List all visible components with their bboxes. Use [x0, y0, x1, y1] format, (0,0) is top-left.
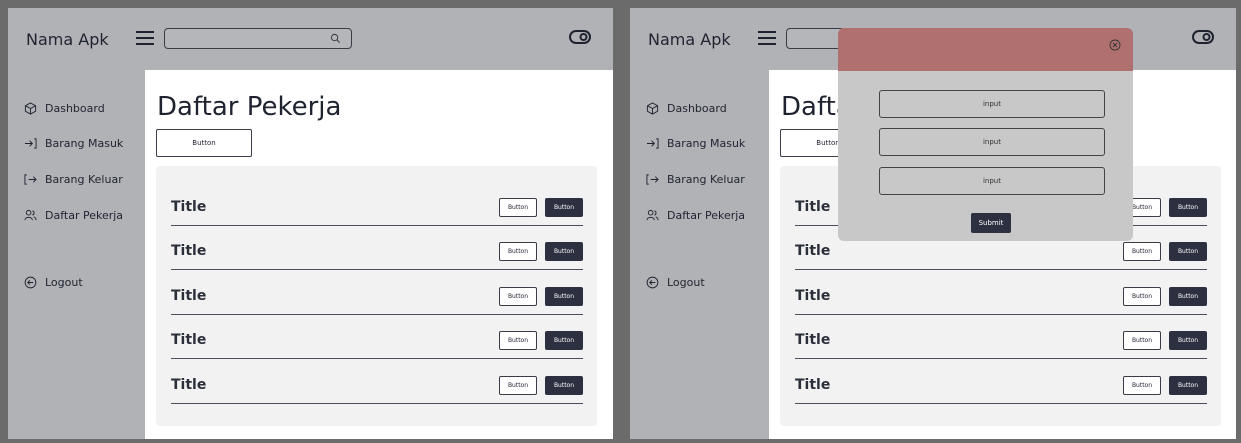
- row-outline-button[interactable]: Button: [499, 242, 537, 261]
- sidebar-item-label: Dashboard: [667, 101, 727, 115]
- sidebar-item-dashboard[interactable]: Dashboard: [24, 100, 105, 116]
- modal-input-1[interactable]: input: [879, 90, 1105, 118]
- search-input[interactable]: [164, 28, 352, 49]
- row-dark-button[interactable]: Button: [545, 242, 583, 261]
- row-outline-button[interactable]: Button: [499, 287, 537, 306]
- logout-button[interactable]: Logout: [646, 274, 705, 290]
- sidebar-item-label: Barang Masuk: [667, 136, 746, 150]
- row-dark-button[interactable]: Button: [1169, 331, 1207, 350]
- sidebar-item-barang-masuk[interactable]: Barang Masuk: [646, 135, 745, 151]
- main-panel: Daftar Pekerja Button Title Button Butto…: [145, 70, 613, 439]
- app-window-modal-state: Nama Apk Dashboard Barang Masuk Barang K…: [630, 8, 1236, 439]
- sidebar-item-daftar-pekerja[interactable]: Daftar Pekerja: [24, 207, 123, 223]
- sidebar-item-barang-masuk[interactable]: Barang Masuk: [24, 135, 123, 151]
- row-outline-button[interactable]: Button: [1123, 376, 1161, 395]
- sidebar-item-daftar-pekerja[interactable]: Daftar Pekerja: [646, 207, 745, 223]
- row-title: Title: [795, 243, 831, 259]
- list-item: Title Button Button: [171, 181, 583, 226]
- top-bar: Nama Apk: [8, 8, 613, 70]
- row-title: Title: [795, 288, 831, 304]
- row-dark-button[interactable]: Button: [545, 198, 583, 217]
- row-dark-button[interactable]: Button: [545, 376, 583, 395]
- users-icon: [646, 209, 659, 220]
- sidebar-item-label: Barang Masuk: [45, 136, 124, 150]
- logout-circle-icon: [646, 276, 659, 288]
- arrow-out-icon: [24, 173, 37, 185]
- list-item: Title Button Button: [795, 314, 1207, 359]
- row-outline-button[interactable]: Button: [1123, 287, 1161, 306]
- row-title: Title: [171, 199, 207, 215]
- list-item: Title Button Button: [171, 359, 583, 404]
- logout-label: Logout: [667, 275, 705, 289]
- list-item: Title Button Button: [171, 270, 583, 315]
- sidebar-item-label: Barang Keluar: [667, 172, 745, 186]
- modal-input-2[interactable]: input: [879, 128, 1105, 156]
- list-item: Title Button Button: [795, 359, 1207, 404]
- app-name: Nama Apk: [26, 30, 109, 49]
- arrow-out-icon: [646, 173, 659, 185]
- row-outline-button[interactable]: Button: [1123, 331, 1161, 350]
- row-dark-button[interactable]: Button: [1169, 242, 1207, 261]
- row-title: Title: [171, 288, 207, 304]
- logout-circle-icon: [24, 276, 37, 288]
- arrow-in-icon: [646, 137, 659, 149]
- row-title: Title: [795, 377, 831, 393]
- row-outline-button[interactable]: Button: [1123, 242, 1161, 261]
- add-button[interactable]: Button: [156, 129, 252, 157]
- logout-label: Logout: [45, 275, 83, 289]
- modal-header: [838, 28, 1133, 71]
- row-dark-button[interactable]: Button: [1169, 287, 1207, 306]
- users-icon: [24, 209, 37, 220]
- hamburger-menu-icon[interactable]: [136, 31, 154, 45]
- row-dark-button[interactable]: Button: [545, 287, 583, 306]
- row-title: Title: [171, 332, 207, 348]
- toggle-icon[interactable]: [1192, 30, 1214, 44]
- row-title: Title: [795, 199, 831, 215]
- toggle-icon[interactable]: [569, 30, 591, 44]
- row-title: Title: [795, 332, 831, 348]
- modal-input-3[interactable]: input: [879, 167, 1105, 195]
- worker-list: Title Button Button Title Button Button …: [156, 166, 597, 426]
- row-outline-button[interactable]: Button: [499, 331, 537, 350]
- row-title: Title: [171, 377, 207, 393]
- row-dark-button[interactable]: Button: [545, 331, 583, 350]
- submit-button[interactable]: Submit: [971, 213, 1011, 233]
- list-item: Title Button Button: [171, 225, 583, 270]
- row-outline-button[interactable]: Button: [499, 198, 537, 217]
- row-title: Title: [171, 243, 207, 259]
- arrow-in-icon: [24, 137, 37, 149]
- search-icon: [330, 33, 340, 43]
- hamburger-menu-icon[interactable]: [758, 31, 776, 45]
- app-name: Nama Apk: [648, 30, 731, 49]
- box-icon: [24, 101, 37, 115]
- sidebar-item-dashboard[interactable]: Dashboard: [646, 100, 727, 116]
- app-window-main: Nama Apk Dashboard Barang Masuk Barang K…: [8, 8, 613, 439]
- sidebar-item-label: Barang Keluar: [45, 172, 123, 186]
- row-dark-button[interactable]: Button: [1169, 376, 1207, 395]
- box-icon: [646, 101, 659, 115]
- form-modal: input input input Submit: [838, 28, 1133, 241]
- sidebar-item-barang-keluar[interactable]: Barang Keluar: [646, 171, 745, 187]
- sidebar-item-barang-keluar[interactable]: Barang Keluar: [24, 171, 123, 187]
- sidebar-item-label: Dashboard: [45, 101, 105, 115]
- page-title: Daftar Pekerja: [157, 92, 342, 122]
- sidebar-item-label: Daftar Pekerja: [45, 208, 124, 222]
- row-dark-button[interactable]: Button: [1169, 198, 1207, 217]
- row-outline-button[interactable]: Button: [499, 376, 537, 395]
- list-item: Title Button Button: [795, 270, 1207, 315]
- sidebar-item-label: Daftar Pekerja: [667, 208, 746, 222]
- logout-button[interactable]: Logout: [24, 274, 83, 290]
- list-item: Title Button Button: [171, 314, 583, 359]
- close-icon[interactable]: [1109, 39, 1121, 51]
